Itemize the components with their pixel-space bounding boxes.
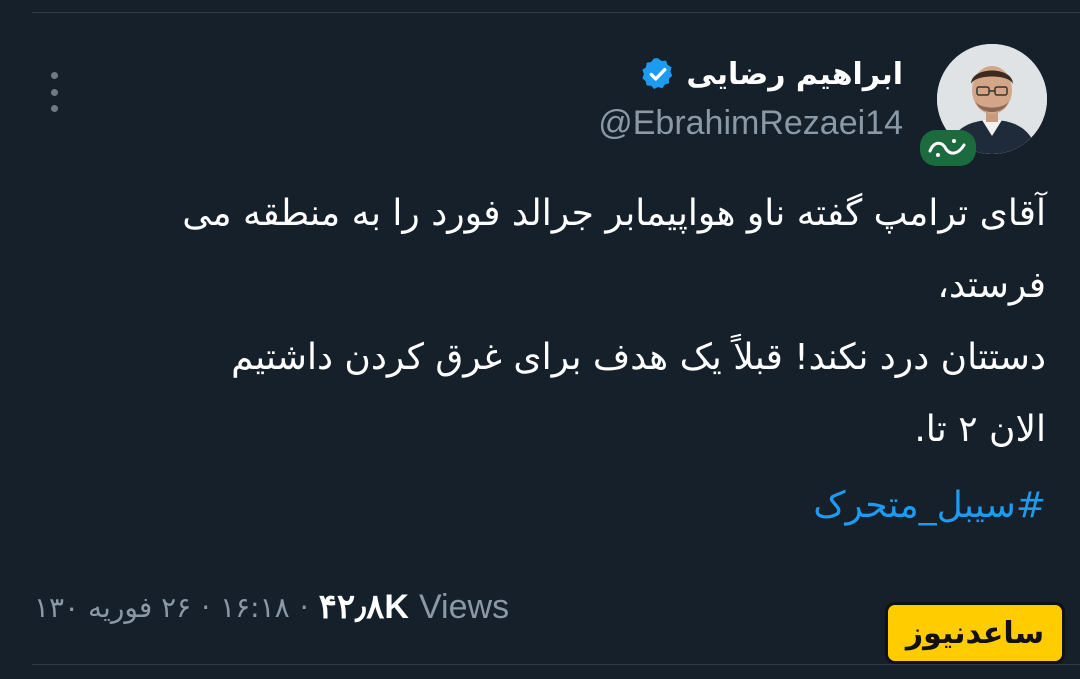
watermark-logo: ساعدنیوز bbox=[885, 602, 1065, 664]
tweet-text: آقای ترامپ گفته ناو هواپیمابر جرالد فورد… bbox=[26, 178, 1046, 466]
source-logo-icon bbox=[928, 139, 966, 157]
author-handle[interactable]: @EbrahimRezaei14 bbox=[598, 104, 903, 143]
meta-separator: · bbox=[201, 590, 211, 624]
tweet-meta: ۲۶ فوریه ۱۳۰ · ۱۶:۱۸ · ۴۲٫۸K Views bbox=[34, 582, 509, 632]
author-name-row[interactable]: ابراهیم رضایی bbox=[640, 52, 903, 96]
top-divider bbox=[32, 12, 1080, 13]
more-dot bbox=[50, 88, 58, 96]
views-label: Views bbox=[418, 587, 510, 626]
author-display-name[interactable]: ابراهیم رضایی bbox=[686, 57, 903, 92]
more-dot bbox=[50, 72, 58, 79]
views-count: ۴۲٫۸K bbox=[318, 588, 409, 626]
more-dot bbox=[50, 105, 58, 112]
tweet-time[interactable]: ۱۶:۱۸ bbox=[220, 591, 290, 624]
more-options-button[interactable] bbox=[42, 72, 66, 112]
tweet-line: فرستد، bbox=[937, 265, 1046, 306]
tweet-line: دستتان درد نکند! قبلاً یک هدف برای غرق ک… bbox=[231, 337, 1046, 378]
verified-badge-icon bbox=[642, 58, 673, 89]
watermark-text: ساعدنیوز bbox=[905, 615, 1045, 651]
tweet-line: آقای ترامپ گفته ناو هواپیمابر جرالد فورد… bbox=[182, 193, 1046, 234]
tweet-date[interactable]: ۲۶ فوریه ۱۳۰ bbox=[34, 591, 191, 624]
hashtag-link[interactable]: #سیبل_متحرک bbox=[813, 470, 1046, 542]
meta-separator: · bbox=[299, 590, 309, 624]
tweet-line: الان ۲ تا. bbox=[914, 409, 1046, 450]
bottom-divider bbox=[32, 664, 1080, 665]
avatar-source-badge bbox=[920, 130, 976, 166]
